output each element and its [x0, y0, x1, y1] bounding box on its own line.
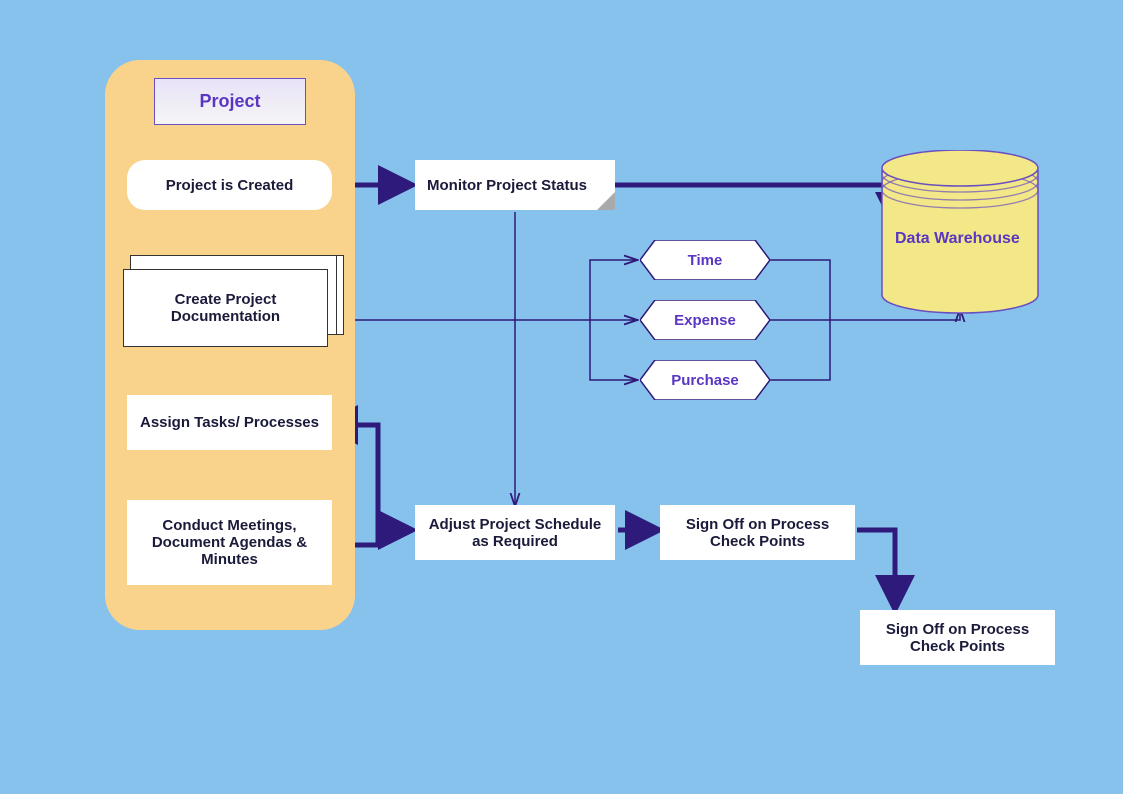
node-time: Time: [640, 240, 770, 280]
node-create-docs: Create Project Documentation: [123, 255, 343, 350]
node-project-created: Project is Created: [127, 160, 332, 210]
node-purchase: Purchase: [640, 360, 770, 400]
node-data-warehouse: Data Warehouse: [880, 150, 1040, 315]
project-title: Project: [154, 78, 306, 125]
node-signoff-2: Sign Off on Process Check Points: [860, 610, 1055, 665]
node-assign-tasks: Assign Tasks/ Processes: [127, 395, 332, 450]
node-conduct-meetings: Conduct Meetings, Document Agendas & Min…: [127, 500, 332, 585]
node-monitor-status: Monitor Project Status: [415, 160, 615, 210]
project-container: Project Project is Created Create Projec…: [105, 60, 355, 630]
node-signoff-1: Sign Off on Process Check Points: [660, 505, 855, 560]
diagram-canvas: Project Project is Created Create Projec…: [0, 0, 1123, 794]
node-expense: Expense: [640, 300, 770, 340]
node-adjust-schedule: Adjust Project Schedule as Required: [415, 505, 615, 560]
